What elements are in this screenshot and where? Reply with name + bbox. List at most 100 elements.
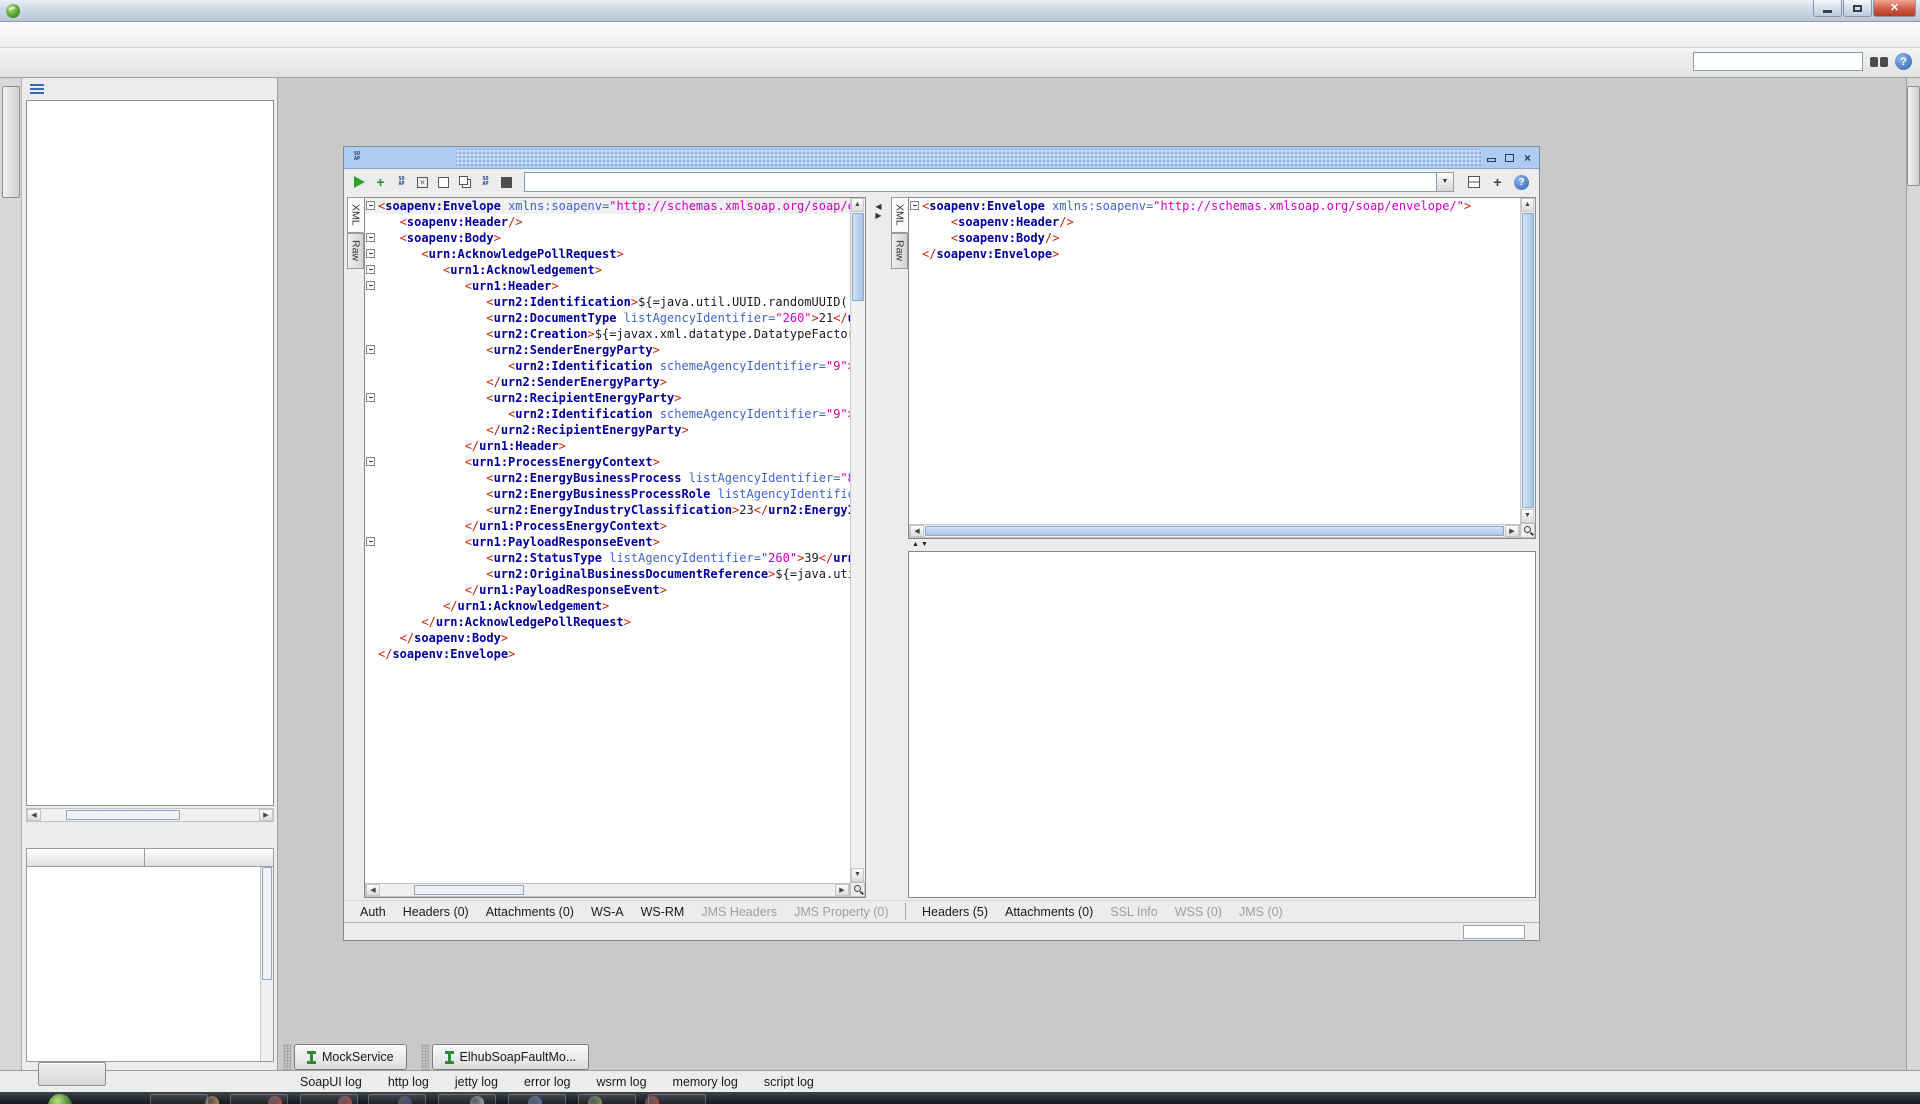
taskbar-button[interactable]	[438, 1094, 496, 1104]
scroll-right-icon[interactable]: ▶	[835, 884, 849, 896]
scrollbar-thumb[interactable]	[1522, 213, 1534, 508]
create-response-icon[interactable]: SOAP	[476, 173, 495, 192]
inspector-tab-auth[interactable]: Auth	[360, 905, 386, 919]
fold-collapse-icon[interactable]	[366, 281, 375, 290]
inspector-tab-ws-a[interactable]: WS-A	[591, 905, 624, 919]
scrollbar-thumb[interactable]	[925, 526, 1504, 536]
search-forum-icon[interactable]	[1870, 56, 1888, 68]
request-vertical-scrollbar[interactable]: ▲ ▼	[850, 198, 865, 882]
scroll-down-icon[interactable]: ▼	[851, 868, 864, 882]
scroll-up-icon[interactable]: ▲	[1521, 198, 1534, 212]
minimize-button[interactable]	[1813, 0, 1842, 17]
windows-taskbar[interactable]	[0, 1092, 1920, 1104]
taskbar-app-icon[interactable]	[645, 1096, 659, 1104]
scroll-left-icon[interactable]: ◀	[366, 884, 380, 896]
search-forum-input[interactable]	[1693, 52, 1863, 71]
help-icon[interactable]: ?	[1895, 53, 1912, 70]
submit-button[interactable]	[350, 173, 369, 192]
log-tab-memory-log[interactable]: memory log	[673, 1075, 738, 1089]
editor-tab-xml[interactable]: XML	[891, 197, 908, 233]
fold-collapse-icon[interactable]	[366, 201, 375, 210]
collapse-right-icon[interactable]: ▶	[875, 211, 881, 220]
response-vertical-scrollbar[interactable]: ▲ ▼	[1520, 198, 1535, 523]
split-layout-icon[interactable]	[1464, 173, 1483, 192]
expand-down-icon[interactable]: ▼	[921, 541, 928, 549]
inspector-tab-ws-rm[interactable]: WS-RM	[641, 905, 685, 919]
scrollbar-thumb[interactable]	[262, 867, 272, 980]
request-xml-editor[interactable]: <soapenv:Envelope xmlns:soapenv="http://…	[364, 197, 866, 898]
inspector-tab-headers-0-[interactable]: Headers (0)	[403, 905, 469, 919]
window-minimize-icon[interactable]	[1484, 150, 1499, 165]
validate-corner-button[interactable]	[1520, 523, 1535, 538]
add-to-testcase-icon[interactable]: +	[371, 173, 390, 192]
scroll-left-icon[interactable]: ◀	[910, 525, 924, 537]
log-tab-jetty-log[interactable]: jetty log	[455, 1075, 498, 1089]
taskbar-app-icon[interactable]	[398, 1096, 412, 1104]
property-column-header[interactable]	[27, 849, 145, 866]
taskbar-app-icon[interactable]	[588, 1096, 602, 1104]
window-tab-elhubsoapfaultmo-[interactable]: ElhubSoapFaultMo...	[432, 1044, 590, 1070]
editor-tab-raw[interactable]: Raw	[891, 233, 908, 269]
fold-collapse-icon[interactable]	[366, 249, 375, 258]
fold-collapse-icon[interactable]	[366, 265, 375, 274]
taskbar-app-icon[interactable]	[205, 1096, 219, 1104]
collapse-left-icon[interactable]: ◀	[875, 202, 881, 211]
scrollbar-thumb[interactable]	[414, 885, 524, 895]
start-button[interactable]	[48, 1094, 72, 1104]
status-field[interactable]	[1463, 925, 1525, 939]
clone-request-icon[interactable]	[455, 173, 474, 192]
log-tab-http-log[interactable]: http log	[388, 1075, 429, 1089]
properties-scrollbar[interactable]	[260, 867, 273, 1061]
fold-collapse-icon[interactable]	[366, 233, 375, 242]
window-maximize-icon[interactable]	[1502, 150, 1517, 165]
close-button[interactable]: ✕	[1873, 0, 1916, 17]
response-horizontal-scrollbar[interactable]: ◀ ▶	[909, 524, 1520, 538]
value-column-header[interactable]	[145, 849, 273, 866]
editor-tab-xml[interactable]: XML	[347, 197, 364, 233]
request-window-titlebar[interactable]: SOAP ×	[344, 147, 1539, 169]
taskbar-app-icon[interactable]	[338, 1096, 352, 1104]
request-horizontal-scrollbar[interactable]: ◀ ▶	[365, 883, 850, 897]
error-panel-splitter[interactable]: ▲ ▼	[908, 539, 1536, 551]
create-request-icon[interactable]: SOAP	[392, 173, 411, 192]
scroll-down-icon[interactable]: ▼	[1521, 509, 1534, 523]
tree-options-icon[interactable]	[30, 84, 44, 95]
fold-collapse-icon[interactable]	[366, 537, 375, 546]
tree-horizontal-scrollbar[interactable]: ◀ ▶	[26, 808, 274, 822]
maximize-button[interactable]	[1843, 0, 1872, 17]
editor-tab-raw[interactable]: Raw	[347, 233, 364, 269]
taskbar-button[interactable]	[150, 1094, 208, 1104]
fold-collapse-icon[interactable]	[366, 345, 375, 354]
log-tab-soapui-log[interactable]: SoapUI log	[300, 1075, 362, 1089]
endpoint-dropdown-icon[interactable]: ▼	[1437, 172, 1454, 192]
drag-grip[interactable]	[283, 1044, 291, 1070]
taskbar-app-icon[interactable]	[268, 1096, 282, 1104]
log-tab-script-log[interactable]: script log	[764, 1075, 814, 1089]
expand-up-icon[interactable]: ▲	[912, 541, 919, 549]
log-tab-wsrm-log[interactable]: wsrm log	[597, 1075, 647, 1089]
validate-corner-button[interactable]	[850, 882, 865, 897]
pane-splitter[interactable]: ◀ ▶	[866, 197, 891, 898]
inspector-tab-headers-5-[interactable]: Headers (5)	[922, 905, 988, 919]
taskbar-app-icon[interactable]	[470, 1096, 484, 1104]
add-endpoint-icon[interactable]: +	[1488, 173, 1507, 192]
cancel-button[interactable]	[497, 173, 516, 192]
scroll-right-icon[interactable]: ▶	[1505, 525, 1519, 537]
window-tab-mockservice[interactable]: MockService	[294, 1044, 407, 1070]
help-icon[interactable]: ?	[1512, 173, 1531, 192]
scroll-up-icon[interactable]: ▲	[851, 198, 864, 212]
taskbar-button[interactable]	[368, 1094, 426, 1104]
inspector-tab-attachments-0-[interactable]: Attachments (0)	[1005, 905, 1093, 919]
fold-collapse-icon[interactable]	[366, 393, 375, 402]
clear-request-icon[interactable]	[434, 173, 453, 192]
scrollbar-thumb[interactable]	[66, 810, 179, 820]
project-tree[interactable]	[26, 100, 274, 806]
scroll-left-icon[interactable]: ◀	[27, 809, 41, 821]
inspector-tab-attachments-0-[interactable]: Attachments (0)	[486, 905, 574, 919]
scroll-right-icon[interactable]: ▶	[259, 809, 273, 821]
taskbar-app-icon[interactable]	[528, 1096, 542, 1104]
log-tab-error-log[interactable]: error log	[524, 1075, 571, 1089]
scrollbar-thumb[interactable]	[852, 213, 864, 301]
endpoint-url-combo[interactable]	[524, 172, 1437, 192]
response-xml-editor[interactable]: <soapenv:Envelope xmlns:soapenv="http://…	[908, 197, 1536, 539]
